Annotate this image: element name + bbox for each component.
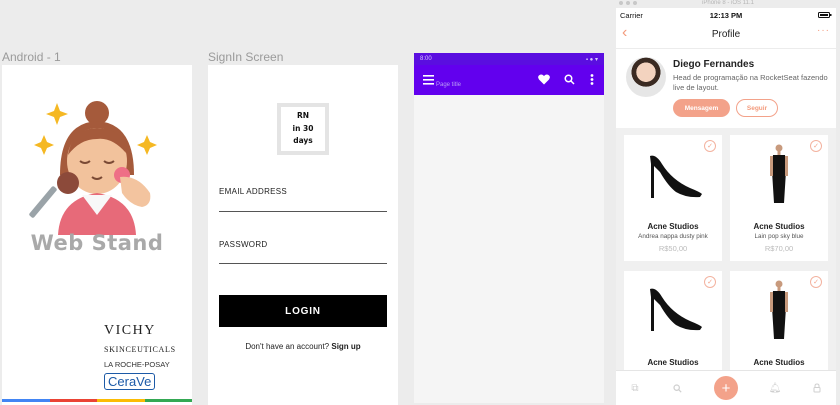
bell-icon[interactable]: 🔔︎ — [768, 381, 782, 395]
strip-yellow — [97, 399, 145, 402]
check-icon[interactable]: ✓ — [810, 276, 822, 288]
black-dress-image — [770, 280, 788, 339]
skinceuticals-logo: SKINCEUTICALS — [104, 345, 176, 354]
search-icon[interactable] — [564, 74, 575, 85]
heart-icon[interactable] — [538, 74, 550, 85]
black-dress-image — [770, 144, 788, 203]
android-artboard[interactable]: Web Stand VICHY SKINCEUTICALS LA ROCHE-P… — [2, 65, 192, 405]
signup-question: Don't have an account? — [245, 342, 330, 351]
password-field[interactable] — [219, 263, 387, 264]
frame-label-signin: SignIn Screen — [208, 50, 284, 64]
rn-logo: RN in 30 days — [277, 103, 329, 155]
cerave-logo: CeraVe — [104, 373, 156, 390]
frame-label-android: Android - 1 — [2, 50, 61, 64]
email-label: EMAIL ADDRESS — [219, 187, 288, 196]
android-status-bar: 8:00 ▪ ● ▾ — [414, 53, 604, 65]
material-app-bar: Page title — [414, 65, 604, 95]
ios-status-bar: Carrier 12:13 PM — [616, 8, 836, 22]
device-label: iPhone 8 - iOS 11.1 — [702, 0, 754, 6]
product-price: R$50,00 — [658, 244, 688, 253]
more-vert-icon[interactable] — [590, 74, 594, 85]
strip-red — [49, 399, 97, 402]
strip-blue — [2, 399, 50, 402]
roche-posay-logo: LA ROCHE-POSAY — [104, 360, 170, 369]
profile-card: Diego Fernandes Head de programação na R… — [616, 48, 836, 128]
avatar — [626, 57, 666, 97]
product-title: Acne Studios — [647, 222, 699, 231]
heel-shoe-image — [650, 288, 702, 331]
product-subtitle: Lain pop sky blue — [754, 233, 804, 240]
status-icons: ▪ ● ▾ — [585, 56, 598, 63]
signup-prompt: Don't have an account? Sign up — [208, 342, 398, 351]
product-title: Acne Studios — [753, 358, 805, 367]
signin-artboard[interactable]: RN in 30 days EMAIL ADDRESS PASSWORD LOG… — [208, 65, 398, 405]
add-icon[interactable]: + — [714, 376, 738, 400]
status-time: 8:00 — [420, 56, 432, 62]
vichy-logo: VICHY — [104, 323, 156, 338]
search-icon[interactable] — [670, 381, 684, 395]
more-icon[interactable]: ··· — [817, 25, 830, 36]
copy-icon[interactable]: ⧉ — [628, 381, 642, 395]
strip-green — [144, 399, 192, 402]
app-bar-ghost-title: Page title — [436, 82, 462, 88]
product-card[interactable]: ✓ Acne Studios Andrea nappa dusty pink R… — [624, 135, 722, 261]
iphone-artboard[interactable]: Carrier 12:13 PM ‹ Profile ··· Diego Fer… — [616, 8, 836, 405]
profile-name: Diego Fernandes — [673, 59, 755, 70]
menu-icon[interactable] — [423, 75, 435, 85]
product-card[interactable]: ✓ Acne Studios Lain pop sky blue R$70,00 — [730, 135, 828, 261]
material-artboard[interactable]: 8:00 ▪ ● ▾ Page title — [414, 53, 604, 403]
tab-bar: ⧉ + 🔔︎ — [616, 370, 836, 405]
makeup-girl-illustration — [29, 101, 157, 235]
password-label: PASSWORD — [219, 240, 268, 249]
product-subtitle: Andrea nappa dusty pink — [638, 233, 708, 240]
follow-button[interactable]: Seguir — [736, 99, 778, 117]
color-strip — [2, 399, 192, 402]
profile-bio: Head de programação na RocketSeat fazend… — [673, 73, 828, 92]
message-button[interactable]: Mensagem — [673, 99, 730, 117]
product-price: R$70,00 — [764, 244, 794, 253]
page-title: Profile — [711, 29, 741, 40]
product-title: Acne Studios — [753, 222, 805, 231]
heel-shoe-image — [650, 155, 702, 198]
product-title: Acne Studios — [647, 358, 699, 367]
lock-icon[interactable] — [810, 381, 824, 395]
brand-logos: VICHY SKINCEUTICALS LA ROCHE-POSAY CeraV… — [104, 323, 189, 391]
check-icon[interactable]: ✓ — [810, 140, 822, 152]
email-field[interactable] — [219, 211, 387, 212]
ios-nav-bar: ‹ Profile ··· — [616, 22, 836, 48]
signup-link[interactable]: Sign up — [331, 342, 360, 351]
clock: 12:13 PM — [709, 11, 743, 20]
login-button[interactable]: LOGIN — [219, 295, 387, 327]
brand-title: Web Stand — [30, 231, 164, 255]
battery-icon — [818, 12, 832, 18]
